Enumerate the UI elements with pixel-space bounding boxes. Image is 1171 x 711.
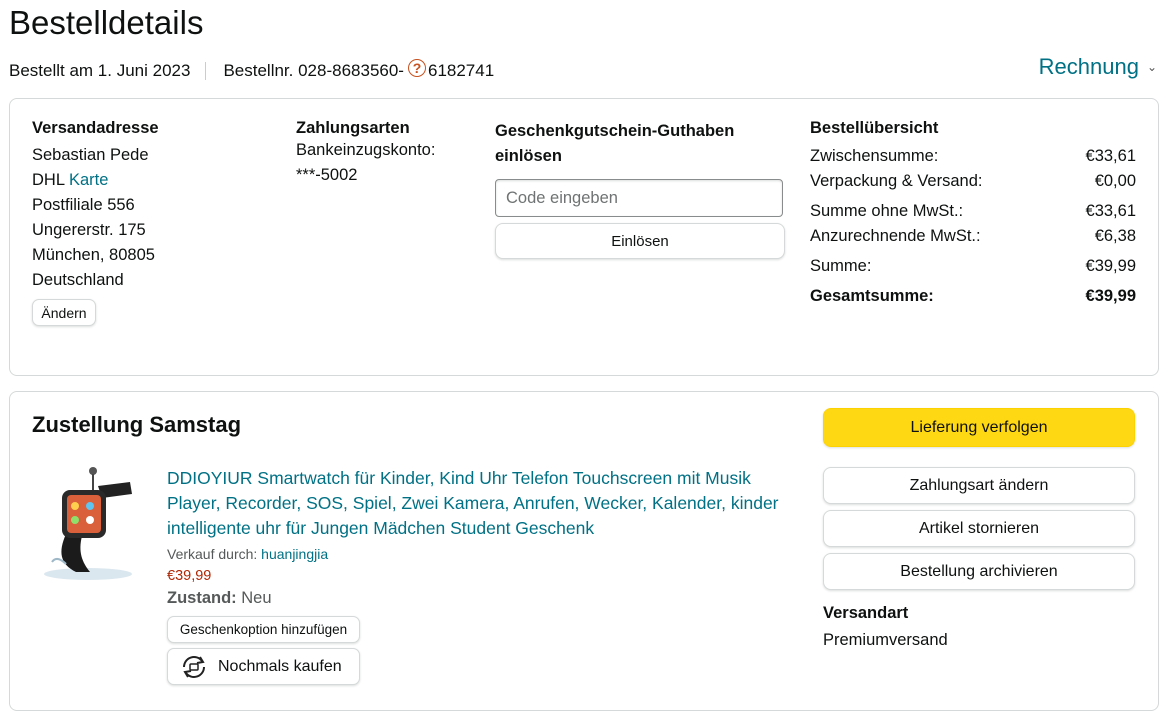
giftcard-code-input[interactable] — [495, 179, 783, 217]
summary-row-grand-total: Gesamtsumme: €39,99 — [810, 287, 1136, 306]
shipping-heading: Versandadresse — [32, 119, 159, 137]
sold-by: Verkauf durch: huanjingjia — [167, 546, 807, 562]
cancel-item-button[interactable]: Artikel stornieren — [823, 510, 1135, 547]
summary-row-shipping: Verpackung & Versand: €0,00 — [810, 172, 1136, 191]
address-line-1: Postfiliale 556 — [32, 196, 135, 214]
product-image[interactable] — [38, 464, 138, 582]
summary-heading: Bestellübersicht — [810, 119, 939, 137]
product-title-line3: intelligente uhr für Jungen Mädchen Stud… — [167, 518, 595, 538]
order-info-card: Versandadresse Sebastian Pede DHL Karte … — [9, 98, 1159, 376]
giftcard-heading-line1: Geschenkgutschein-Guthaben — [495, 122, 735, 140]
delivery-title: Zustellung Samstag — [32, 412, 242, 437]
page-title: Bestelldetails — [9, 4, 204, 41]
giftcard-heading: Geschenkgutschein-Guthaben einlösen — [495, 119, 785, 169]
address-line-2: Ungererstr. 175 — [32, 221, 146, 239]
summary-label: Verpackung & Versand: — [810, 172, 983, 190]
payment-methods: Zahlungsarten Bankeinzugskonto: ***-5002 — [296, 119, 486, 188]
smartwatch-image — [44, 467, 132, 580]
invoice-dropdown[interactable]: Rechnung ⌄ — [1039, 54, 1157, 80]
condition-label: Zustand: — [167, 589, 237, 607]
change-payment-button[interactable]: Zahlungsart ändern — [823, 467, 1135, 504]
order-summary: Bestellübersicht Zwischensumme: €33,61 V… — [810, 119, 1136, 306]
summary-value: €33,61 — [1085, 147, 1136, 165]
order-date: Bestellt am 1. Juni 2023 — [9, 61, 191, 80]
product-price: €39,99 — [167, 568, 212, 584]
summary-label: Zwischensumme: — [810, 147, 939, 165]
order-number-prefix: Bestellnr. 028-8683560- — [223, 61, 404, 80]
summary-row-total: Summe: €39,99 — [810, 257, 1136, 276]
summary-label: Summe: — [810, 257, 872, 275]
summary-value: €6,38 — [1094, 227, 1136, 245]
shipping-method-heading: Versandart — [823, 604, 909, 622]
giftcard-redeem: Geschenkgutschein-Guthaben einlösen Einl… — [495, 119, 785, 259]
track-delivery-button[interactable]: Lieferung verfolgen — [823, 408, 1135, 447]
delivery-card: Zustellung Samstag DDIOYIUR Smartwatch f… — [9, 391, 1159, 711]
archive-order-button[interactable]: Bestellung archivieren — [823, 553, 1135, 590]
summary-value: €39,99 — [1085, 257, 1136, 275]
order-meta: Bestellt am 1. Juni 2023 Bestellnr. 028-… — [9, 59, 495, 82]
order-number-suffix: 6182741 — [427, 61, 495, 80]
product-details: DDIOYIUR Smartwatch für Kinder, Kind Uhr… — [167, 466, 807, 685]
help-badge-icon: ? — [407, 59, 426, 77]
invoice-label: Rechnung — [1038, 54, 1139, 79]
summary-label: Anzurechnende MwSt.: — [810, 227, 981, 245]
sold-by-label: Verkauf durch: — [167, 546, 258, 562]
payment-heading: Zahlungsarten — [296, 119, 410, 137]
chevron-down-icon: ⌄ — [1146, 60, 1157, 74]
summary-label: Summe ohne MwSt.: — [810, 202, 964, 220]
seller-link[interactable]: huanjingjia — [261, 546, 328, 562]
summary-value: €39,99 — [1085, 287, 1136, 305]
carrier: DHL — [32, 171, 65, 189]
delivery-actions: Lieferung verfolgen Zahlungsart ändern A… — [823, 408, 1137, 653]
shipping-address: Versandadresse Sebastian Pede DHL Karte … — [32, 119, 272, 326]
product-title-link[interactable]: DDIOYIUR Smartwatch für Kinder, Kind Uhr… — [167, 466, 807, 541]
giftcard-heading-line2: einlösen — [495, 147, 562, 165]
payment-method: Bankeinzugskonto: — [296, 141, 436, 159]
summary-row-net: Summe ohne MwSt.: €33,61 — [810, 202, 1136, 221]
summary-value: €0,00 — [1094, 172, 1136, 190]
redeem-button[interactable]: Einlösen — [495, 223, 785, 259]
refresh-cart-icon — [178, 653, 210, 681]
summary-row-subtotal: Zwischensumme: €33,61 — [810, 147, 1136, 166]
carrier-line: DHL Karte — [32, 168, 272, 193]
buy-again-button[interactable]: Nochmals kaufen — [167, 648, 360, 685]
product-condition: Zustand: Neu — [167, 589, 807, 608]
summary-value: €33,61 — [1085, 202, 1136, 220]
meta-divider — [205, 62, 207, 80]
map-link[interactable]: Karte — [69, 171, 108, 189]
change-address-button[interactable]: Ändern — [32, 299, 96, 326]
address-line-3: München, 80805 — [32, 246, 155, 264]
product-title-line2: Player, Recorder, SOS, Spiel, Zwei Kamer… — [167, 493, 779, 513]
buy-again-label: Nochmals kaufen — [218, 657, 342, 675]
shipping-method: Premiumversand — [823, 631, 948, 649]
summary-row-vat: Anzurechnende MwSt.: €6,38 — [810, 227, 1136, 246]
recipient-name: Sebastian Pede — [32, 146, 149, 164]
payment-account: ***-5002 — [296, 166, 358, 184]
add-gift-option-button[interactable]: Geschenkoption hinzufügen — [167, 616, 360, 643]
condition-value: Neu — [241, 589, 272, 607]
address-line-4: Deutschland — [32, 271, 124, 289]
product-title-line1: DDIOYIUR Smartwatch für Kinder, Kind Uhr… — [167, 468, 751, 488]
summary-label: Gesamtsumme: — [810, 287, 934, 305]
